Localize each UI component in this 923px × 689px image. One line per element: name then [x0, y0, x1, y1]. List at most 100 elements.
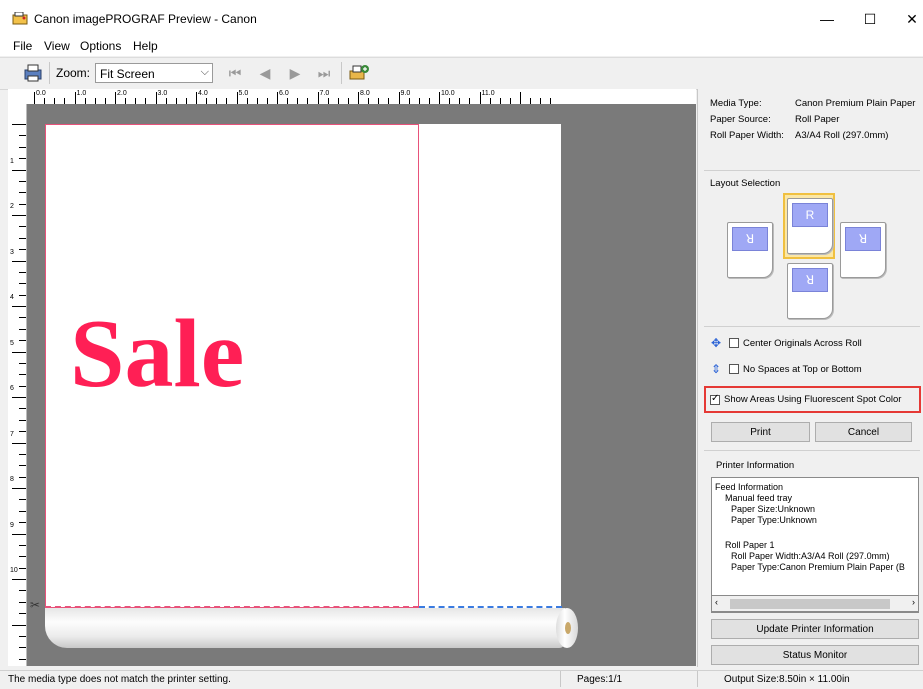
center-originals-label: Center Originals Across Roll: [743, 337, 862, 349]
ruler-tick: [19, 510, 26, 512]
ruler-tick: [115, 92, 116, 104]
roll-cut-line: [419, 606, 562, 608]
divider: [704, 326, 920, 327]
ruler-tick: [19, 613, 26, 615]
window-title: Canon imagePROGRAF Preview - Canon: [34, 12, 257, 26]
chevron-down-icon: ⌵: [200, 66, 209, 78]
ruler-tick: [398, 92, 400, 104]
ruler-tick: [19, 362, 26, 364]
ruler-tick: [19, 567, 26, 569]
scissors-icon: ✂: [30, 598, 41, 612]
ruler-tick: [19, 647, 26, 649]
ruler-tick: [19, 635, 26, 637]
printer-info-scrollbar[interactable]: ‹ ›: [711, 595, 919, 612]
printer-paper-icon[interactable]: [348, 62, 370, 84]
ruler-label: 7.0: [319, 90, 330, 97]
minimize-button[interactable]: —: [812, 8, 842, 30]
ruler-label: 10: [10, 567, 18, 574]
update-printer-info-button[interactable]: Update Printer Information: [711, 619, 919, 639]
ruler-tick: [19, 431, 26, 433]
ruler-tick: [12, 260, 26, 262]
ruler-label: 1.0: [76, 90, 87, 97]
ruler-tick: [520, 92, 521, 104]
layout-option-bottom[interactable]: ꓤ: [787, 263, 833, 319]
ruler-label: 3.0: [157, 90, 168, 97]
ruler-tick: [19, 283, 26, 285]
center-originals-row[interactable]: ✥ Center Originals Across Roll: [711, 336, 862, 350]
ruler-tick: [19, 249, 26, 251]
ruler-label: 6: [10, 385, 14, 392]
printer-info-line: Feed Information: [715, 482, 784, 492]
next-page-icon[interactable]: ▶: [284, 63, 306, 83]
menu-file[interactable]: File: [13, 39, 32, 53]
printer-info-line: Paper Size:Unknown: [731, 504, 816, 514]
fluorescent-checkbox[interactable]: [710, 393, 720, 405]
fluorescent-label: Show Areas Using Fluorescent Spot Color: [724, 394, 902, 405]
ruler-tick: [19, 658, 26, 660]
ruler-tick: [12, 397, 26, 398]
close-button[interactable]: ✕: [897, 8, 923, 30]
ruler-tick: [358, 92, 359, 104]
printer-info-box[interactable]: Feed Information Manual feed tray Paper …: [711, 477, 919, 613]
ruler-tick: [19, 328, 26, 330]
no-spaces-row[interactable]: ⇕ No Spaces at Top or Bottom: [711, 362, 862, 376]
ruler-tick: [236, 92, 238, 104]
layout-option-top[interactable]: R: [787, 198, 833, 254]
paper-source-value: Roll Paper: [795, 114, 840, 125]
ruler-tick: [74, 92, 76, 104]
maximize-button[interactable]: ☐: [855, 8, 885, 30]
ruler-tick: [12, 442, 26, 444]
ruler-label: 10.0: [441, 90, 455, 97]
roll-width-value: A3/A4 Roll (297.0mm): [795, 130, 889, 141]
ruler-tick: [19, 499, 26, 501]
status-monitor-button[interactable]: Status Monitor: [711, 645, 919, 665]
no-spaces-label: No Spaces at Top or Bottom: [743, 363, 862, 375]
output-size: Output Size:8.50in × 11.00in: [724, 674, 850, 685]
layout-option-left[interactable]: ꓤ: [727, 222, 773, 278]
center-originals-checkbox[interactable]: [729, 338, 739, 348]
menu-view[interactable]: View: [44, 39, 70, 53]
menu-options[interactable]: Options: [80, 39, 121, 53]
scroll-right-icon[interactable]: ›: [912, 597, 915, 607]
print-settings-icon[interactable]: [22, 62, 44, 84]
first-page-icon[interactable]: ⏮: [224, 63, 246, 83]
printer-info-label: Printer Information: [716, 460, 795, 471]
ruler-label: 7: [10, 430, 14, 438]
ruler-label: 6.0: [279, 90, 289, 97]
status-divider: [697, 671, 698, 687]
prev-page-icon[interactable]: ◀: [254, 63, 276, 83]
ruler-tick: [19, 590, 26, 592]
ruler-label: 2: [10, 203, 14, 210]
ruler-tick: [19, 601, 26, 603]
ruler-label: 5: [10, 339, 14, 347]
no-spaces-checkbox[interactable]: [729, 364, 739, 374]
ruler-tick: [12, 579, 26, 580]
layout-option-right[interactable]: ꓤ: [840, 222, 886, 278]
scroll-left-icon[interactable]: ‹: [715, 597, 718, 607]
printer-info-line: Paper Type:Canon Premium Plain Paper (B: [731, 562, 905, 572]
ruler-tick: [19, 476, 26, 478]
preview-sale-text: Sale: [70, 300, 245, 408]
fluorescent-row[interactable]: Show Areas Using Fluorescent Spot Color: [710, 393, 902, 405]
scrollbar-thumb[interactable]: [730, 599, 890, 609]
print-button[interactable]: Print: [711, 422, 810, 442]
ruler-label: 0.0: [36, 90, 46, 97]
media-type-label: Media Type:: [710, 98, 762, 109]
zoom-value: Fit Screen: [100, 67, 155, 81]
ruler-tick: [12, 533, 26, 535]
ruler-tick: [155, 92, 157, 104]
ruler-tick: [19, 203, 26, 205]
last-page-icon[interactable]: ⏭: [313, 63, 335, 83]
ruler-tick: [12, 215, 26, 216]
cancel-button[interactable]: Cancel: [815, 422, 912, 442]
ruler-tick: [19, 180, 26, 182]
ruler-tick: [12, 351, 26, 353]
menu-help[interactable]: Help: [133, 39, 158, 53]
ruler-label: 2.0: [117, 90, 127, 97]
ruler-tick: [19, 544, 26, 546]
ruler-tick: [12, 624, 26, 626]
ruler-tick: [12, 488, 26, 489]
zoom-select[interactable]: Fit Screen ⌵: [95, 63, 213, 83]
ruler-tick: [19, 271, 26, 273]
divider: [704, 450, 920, 451]
